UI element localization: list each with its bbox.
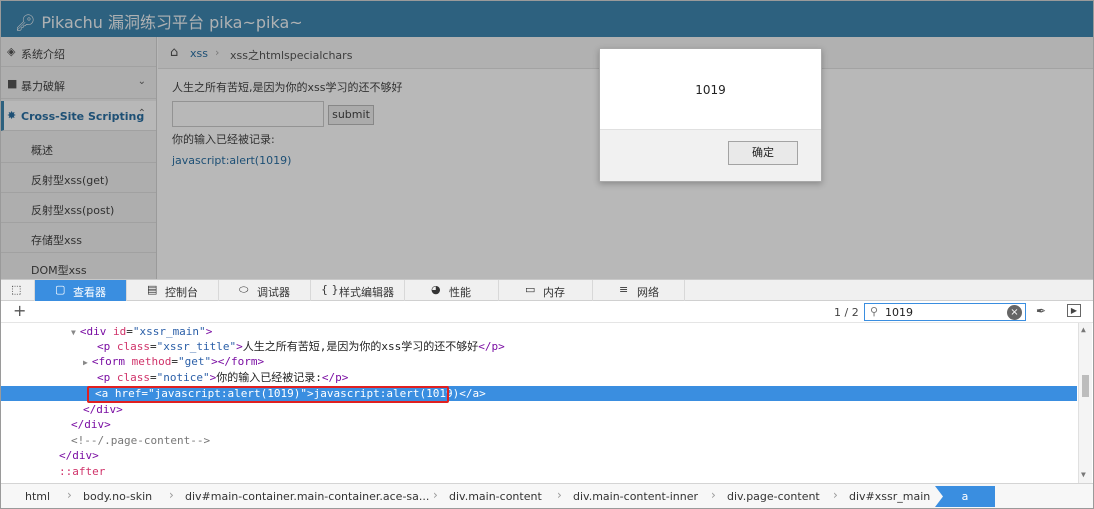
clear-search-button[interactable]: × bbox=[1007, 305, 1022, 320]
search-result-count: 1 / 2 bbox=[834, 306, 859, 319]
memory-icon: ▭ bbox=[525, 283, 536, 296]
scroll-thumb[interactable] bbox=[1082, 375, 1089, 397]
performance-icon: ◕ bbox=[431, 283, 441, 296]
tab-console[interactable]: ▤ 控制台 bbox=[127, 280, 219, 301]
devtools-tabbar: ⬚ ▢ 查看器 ▤ 控制台 ⬭ 调试器 { } 样式编辑器 ◕ 性能 ▭ 内存 … bbox=[1, 279, 1093, 301]
toggle-sidebar-button[interactable]: ▶ bbox=[1067, 304, 1081, 317]
style-editor-icon: { } bbox=[321, 283, 339, 296]
expand-triangle-icon[interactable]: ▶ bbox=[83, 358, 88, 367]
tree-row[interactable]: ▼ <div id="xssr_main"> bbox=[1, 324, 1077, 339]
expand-triangle-icon[interactable]: ▼ bbox=[71, 328, 76, 337]
crumb-separator: › bbox=[711, 488, 716, 502]
modal-overlay bbox=[1, 1, 1093, 279]
tree-row[interactable]: ::after bbox=[1, 464, 1077, 479]
tree-scrollbar[interactable]: ▲ ▼ bbox=[1078, 323, 1092, 483]
element-picker-button[interactable]: ⬚ bbox=[1, 280, 35, 301]
tree-row[interactable]: <p class="xssr_title">人生之所有苦短,是因为你的xss学习… bbox=[1, 339, 1077, 354]
search-icon: ⚲ bbox=[870, 305, 879, 318]
tab-style-editor[interactable]: { } 样式编辑器 bbox=[311, 280, 405, 301]
tree-row[interactable]: </div> bbox=[1, 417, 1077, 432]
tab-performance[interactable]: ◕ 性能 bbox=[405, 280, 499, 301]
crumb-page-content[interactable]: div.page-content bbox=[727, 490, 820, 503]
crumb-body[interactable]: body.no-skin bbox=[83, 490, 152, 503]
tree-row[interactable]: </div> bbox=[1, 448, 1077, 463]
picker-icon: ⬚ bbox=[11, 283, 22, 296]
highlight-box bbox=[87, 386, 449, 403]
search-input[interactable]: ⚲ 1019 × bbox=[864, 303, 1026, 321]
crumb-separator: › bbox=[67, 488, 72, 502]
crumb-separator: › bbox=[169, 488, 174, 502]
alert-message: 1019 bbox=[695, 83, 726, 97]
network-icon: ≡ bbox=[619, 283, 629, 296]
tab-debugger[interactable]: ⬭ 调试器 bbox=[219, 280, 311, 301]
tree-row[interactable]: </div> bbox=[1, 402, 1077, 417]
debugger-icon: ⬭ bbox=[239, 283, 249, 296]
markup-tree: ▼ <div id="xssr_main"> <p class="xssr_tit… bbox=[1, 323, 1093, 483]
tree-row[interactable]: ▶ <form method="get"></form> bbox=[1, 354, 1077, 369]
ok-button[interactable]: 确定 bbox=[728, 141, 798, 165]
tab-inspector[interactable]: ▢ 查看器 bbox=[35, 280, 127, 301]
console-icon: ▤ bbox=[147, 283, 158, 296]
crumb-separator: › bbox=[557, 488, 562, 502]
devtools-toolbar: + 1 / 2 ⚲ 1019 × ✒ ▶ bbox=[1, 301, 1093, 323]
crumb-separator: › bbox=[833, 488, 838, 502]
tab-memory[interactable]: ▭ 内存 bbox=[499, 280, 593, 301]
crumb-separator: › bbox=[433, 488, 438, 502]
inspector-icon: ▢ bbox=[55, 283, 66, 296]
crumb-xssr-main[interactable]: div#xssr_main bbox=[849, 490, 930, 503]
scroll-up-icon[interactable]: ▲ bbox=[1081, 325, 1086, 334]
crumb-main-content[interactable]: div.main-content bbox=[449, 490, 542, 503]
tree-row[interactable]: <p class="notice">你的输入已经被记录:</p> bbox=[1, 370, 1077, 385]
alert-footer: 确定 bbox=[600, 129, 821, 181]
scroll-down-icon[interactable]: ▼ bbox=[1081, 470, 1086, 479]
tree-row[interactable]: <!--/.page-content--> bbox=[1, 433, 1077, 448]
add-node-button[interactable]: + bbox=[13, 301, 26, 320]
crumb-main-content-inner[interactable]: div.main-content-inner bbox=[573, 490, 698, 503]
devtools-breadcrumbs: html › body.no-skin › div#main-container… bbox=[1, 483, 1093, 508]
crumb-main-container[interactable]: div#main-container.main-container.ace-sa… bbox=[185, 490, 429, 503]
tab-network[interactable]: ≡ 网络 bbox=[593, 280, 685, 301]
crumb-a-active[interactable]: a bbox=[935, 486, 995, 507]
search-value: 1019 bbox=[885, 306, 913, 319]
alert-dialog: 1019 确定 bbox=[599, 48, 822, 182]
crumb-html[interactable]: html bbox=[25, 490, 50, 503]
eyedropper-icon[interactable]: ✒ bbox=[1036, 304, 1046, 318]
